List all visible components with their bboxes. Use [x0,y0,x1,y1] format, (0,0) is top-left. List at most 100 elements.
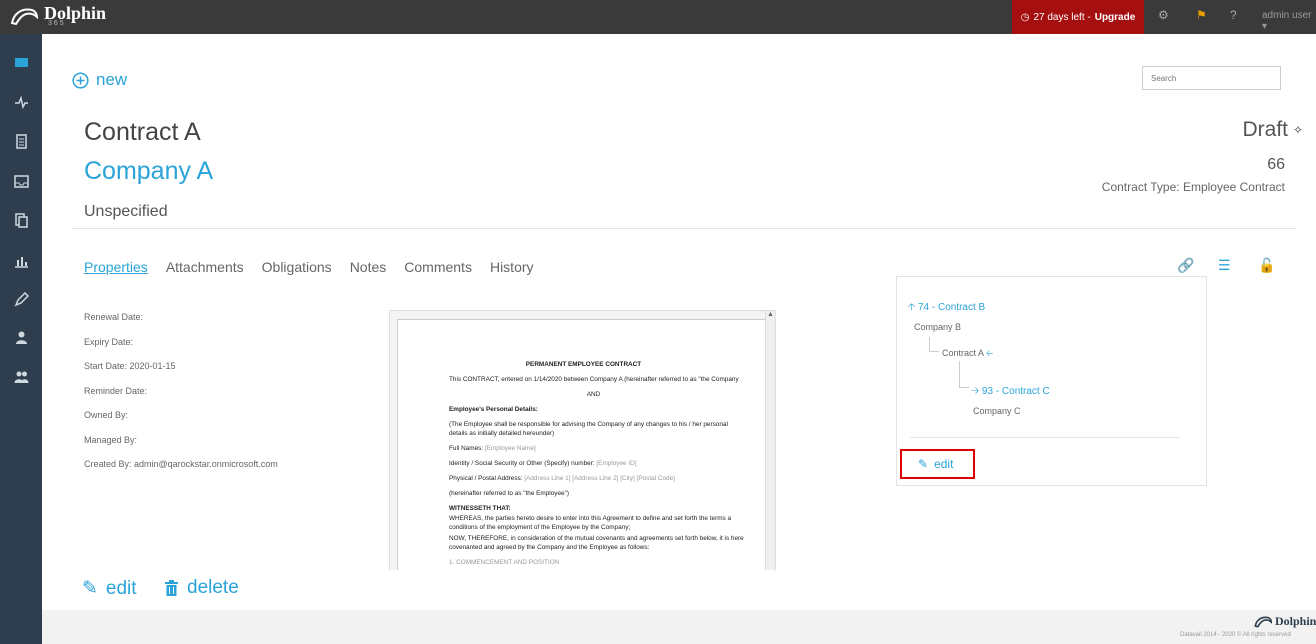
sidebar [0,34,42,644]
trash-icon [165,579,178,596]
relation-parent-link[interactable]: 🡡 74 - Contract B [908,300,985,317]
sidebar-item-edit[interactable] [0,285,42,313]
document-placeholder: [Employee ID] [596,460,637,467]
link-icon[interactable]: 🔗 [1177,257,1194,274]
document-identity: Identity / Social Security or Other (Spe… [449,459,758,468]
pencil-icon: ✎ [82,578,98,599]
property-expiry-date: Expiry Date: [84,336,134,347]
edit-button[interactable]: ✎ edit [82,577,137,600]
flag-icon[interactable]: ⚑ [1196,8,1207,22]
document-note-line: (The Employee shall be responsible for a… [449,421,728,428]
document-page: PERMANENT EMPLOYEE CONTRACT This CONTRAC… [397,319,769,594]
tab-properties[interactable]: Properties [84,259,148,275]
delete-label: delete [187,577,239,598]
status-label: Draft [1242,118,1288,141]
trial-upgrade-button[interactable]: ◷ 27 days left - Upgrade [1012,0,1144,34]
company-link[interactable]: Company A [84,157,213,186]
contract-subtitle: Unspecified [84,203,168,220]
tab-bar: Properties Attachments Obligations Notes… [84,259,534,275]
relations-edit-button[interactable]: ✎ edit [900,449,975,479]
properties-list: Renewal Date: Expiry Date: Start Date: 2… [84,312,278,484]
sidebar-item-inbox[interactable] [0,167,42,195]
clock-icon: ◷ [1020,11,1030,23]
users-icon [14,371,28,383]
sidebar-item-contracts[interactable] [0,127,42,155]
user-icon [15,331,27,344]
user-menu[interactable]: admin user ▾ [1262,10,1316,32]
document-personal-note: (The Employee shall be responsible for a… [449,420,758,438]
contract-title: Contract A [84,118,201,146]
relation-current-label: Contract A [942,348,984,358]
contract-number: 66 [1267,156,1285,173]
document-whereas: WHEREAS, the parties hereto desire to en… [449,514,758,532]
document-preview[interactable]: PERMANENT EMPLOYEE CONTRACT This CONTRAC… [389,310,776,600]
document-scrollbar[interactable]: ▲ [765,311,775,599]
relation-parent-label: 74 - Contract B [917,302,986,313]
hierarchy-icon[interactable]: ☰ [1218,257,1231,274]
document-section-1: 1. COMMENCEMENT AND POSITION [449,559,560,566]
property-managed-by: Managed By: [84,434,138,445]
top-bar: Dolphin 365 ◷ 27 days left - Upgrade ⚙ ⚑… [0,0,1316,34]
copyright-text: Datavail 2014 - 2020 © All rights reserv… [1180,632,1291,638]
app-subtitle: 365 [48,20,66,27]
document-referred: (hereinafter referred to as "the Employe… [449,490,569,497]
tree-connector [929,337,939,352]
relation-parent-company: Company B [914,322,962,332]
divider [72,228,1296,229]
property-owned-by: Owned By: [84,410,129,420]
dolphin-logo-icon [1254,616,1272,628]
document-title: PERMANENT EMPLOYEE CONTRACT [525,361,642,368]
arrow-left-icon: 🡠 [986,348,994,358]
search-input[interactable] [1142,66,1281,90]
pencil-square-icon [14,291,29,306]
document-personal-heading: Employee's Personal Details: [449,406,538,413]
lock-icon[interactable]: 🔓 [1258,257,1275,274]
edit-label: edit [105,577,137,599]
tab-history[interactable]: History [490,259,534,275]
footer-logo-text: Dolphin [1275,614,1316,628]
document-field-label: Identity / Social Security or Other (Spe… [449,460,595,467]
user-name: admin user [1262,10,1312,21]
document-placeholder: [Employee Name] [484,445,536,452]
sidebar-item-templates[interactable] [0,206,42,234]
tab-obligations[interactable]: Obligations [262,259,332,275]
activity-icon [14,94,28,109]
sidebar-item-users[interactable] [0,362,42,390]
relation-current: Contract A 🡠 [942,346,993,362]
document-and: AND [586,391,601,398]
new-button[interactable]: new [72,70,127,90]
document-line: covenanted and agreed by the Company and… [449,544,650,551]
lightning-icon[interactable]: ✧ [1293,123,1303,137]
trial-text: 27 days left - [1033,11,1091,23]
sidebar-item-dashboard[interactable] [0,48,42,76]
divider [910,437,1180,438]
document-field-label: Full Names: [449,445,484,452]
tab-attachments[interactable]: Attachments [166,259,244,275]
chart-icon [14,256,28,268]
delete-button[interactable]: delete [164,577,239,599]
property-created-by: Created By: admin@qarockstar.onmicrosoft… [84,459,278,469]
sidebar-item-reports[interactable] [0,246,42,274]
new-label: new [96,70,128,89]
gear-icon[interactable]: ⚙ [1158,8,1169,22]
templates-icon [14,212,28,228]
help-icon[interactable]: ? [1230,8,1237,22]
relation-child-link[interactable]: 🡢 93 - Contract C [971,384,1050,401]
document-witness: WITNESSETH THAT: [449,505,511,512]
dashboard-icon [14,57,28,67]
inbox-icon [13,174,29,188]
sidebar-item-user[interactable] [0,323,42,351]
relation-child-label: 93 - Contract C [981,386,1050,397]
property-reminder-date: Reminder Date: [84,385,148,396]
scroll-up-icon[interactable]: ▲ [766,311,775,318]
upgrade-label: Upgrade [1094,11,1136,23]
property-renewal-date: Renewal Date: [84,312,144,322]
plus-circle-icon [72,71,89,89]
tree-connector [959,361,969,388]
document-field-label: Physical / Postal Address: [449,475,523,482]
relations-edit-label: edit [934,457,954,471]
tab-notes[interactable]: Notes [350,259,387,275]
sidebar-item-activity[interactable] [0,88,42,116]
tab-comments[interactable]: Comments [404,259,472,275]
arrow-right-icon: 🡢 [971,386,980,397]
